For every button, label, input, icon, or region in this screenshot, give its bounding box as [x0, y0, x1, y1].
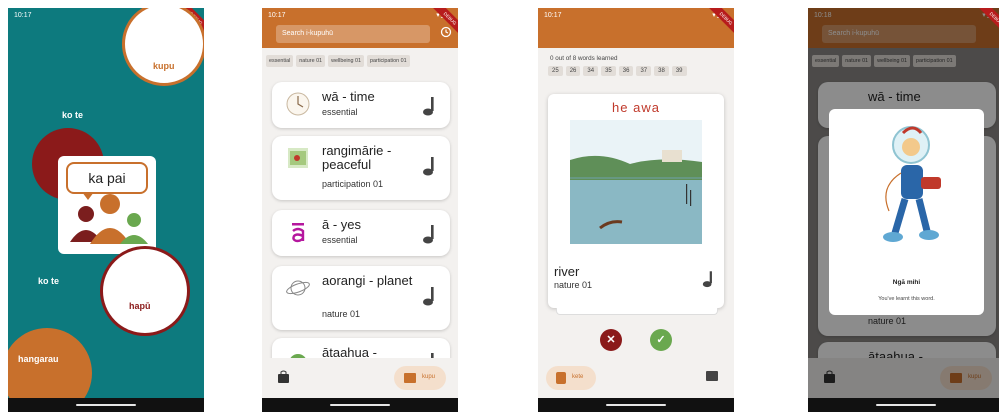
macron-a-glyph-icon [292, 223, 305, 243]
clock-icon [286, 92, 310, 116]
word-title: rangimārie - peaceful [322, 143, 392, 172]
system-nav-bar [8, 398, 204, 412]
bubble-hangarau-label: hangarau [18, 354, 59, 364]
flashcard-stack-edge [556, 308, 718, 315]
system-nav-bar [808, 398, 999, 412]
system-nav-bar [538, 398, 734, 412]
astronaut-illustration [883, 126, 941, 242]
audio-note-icon[interactable] [422, 286, 436, 306]
learned-dialog: Ngā mihi You've learnt this word. [829, 109, 984, 315]
word-category: essential [322, 235, 358, 245]
word-category: nature 01 [554, 280, 593, 290]
bottom-nav: kete [538, 358, 734, 398]
status-bar: 10:17 ▾◢▮ [538, 8, 734, 22]
nav-handle[interactable] [76, 404, 136, 406]
history-icon[interactable] [440, 26, 452, 38]
wrong-button[interactable]: ✕ [600, 329, 622, 351]
word-title: wā - time [322, 89, 375, 104]
phone-word-list: 10:17 ▾◢▮ DEBUG Search i-kupuhū essentia… [262, 8, 458, 412]
book-icon [288, 148, 308, 168]
river-illustration [570, 120, 702, 244]
audio-note-icon[interactable] [422, 156, 436, 176]
bubble-hapu[interactable]: hapū [100, 246, 190, 336]
bubble-kupu[interactable]: kupu [122, 8, 204, 86]
kupu-tab-button[interactable]: kupu [394, 366, 446, 390]
nav-handle[interactable] [876, 404, 936, 406]
word-number[interactable]: 34 [583, 66, 599, 76]
bottom-nav: kupu [262, 358, 458, 398]
status-bar: 10:17 ▾◢▮ [262, 8, 458, 22]
kete-tab-label: kete [572, 374, 584, 380]
word-number[interactable]: 36 [618, 66, 634, 76]
bubble-kote-label-2[interactable]: ko te [38, 276, 59, 286]
nav-handle[interactable] [606, 404, 666, 406]
planet-icon [286, 280, 310, 296]
tag-participation[interactable]: participation 01 [367, 55, 410, 67]
word-number[interactable]: 35 [601, 66, 616, 76]
word-card[interactable]: wā - time essential [272, 82, 450, 128]
word-number[interactable]: 26 [565, 66, 581, 76]
english-word: river [554, 264, 580, 279]
category-tags: essential nature 01 wellbeing 01 partici… [266, 55, 410, 67]
tag-essential[interactable]: essential [266, 55, 294, 67]
bubble-kupu-label: kupu [153, 61, 175, 71]
dialog-message: You've learnt this word. [878, 296, 935, 302]
maori-word: he awa [612, 100, 660, 115]
tag-nature[interactable]: nature 01 [296, 55, 326, 67]
word-card[interactable]: rangimārie - peaceful participation 01 [272, 136, 450, 200]
status-time: 10:17 [14, 11, 32, 19]
word-category: nature 01 [322, 309, 361, 319]
audio-note-icon[interactable] [422, 224, 436, 244]
correct-button[interactable]: ✓ [650, 329, 672, 351]
status-time: 10:17 [268, 11, 286, 19]
kete-bag-icon [556, 372, 566, 384]
bubble-hapu-label: hapū [129, 301, 151, 311]
word-card[interactable]: aorangi - planet nature 01 [272, 266, 450, 330]
phone-home-screen: 10:17 ▾◢▮ DEBUG kupu ko te ka pai ko te … [8, 8, 204, 412]
word-card[interactable]: macron-a-icon ā - yes essential [272, 210, 450, 256]
word-title: ā - yes [322, 217, 362, 232]
word-number[interactable]: 39 [671, 66, 687, 76]
system-nav-bar [262, 398, 458, 412]
word-title: aorangi - planet [322, 273, 413, 288]
image-icon[interactable] [706, 371, 718, 381]
word-category: participation 01 [322, 179, 384, 189]
people-logo-icon [70, 194, 148, 244]
kete-tab-button[interactable]: kete [546, 366, 596, 390]
ka-pai-logo: ka pai [58, 156, 156, 254]
dialog-title: Ngā mihi [892, 279, 921, 286]
phone-learned-dialog: 10:18 ▾◢▮ Search i-kupuhū essential natu… [808, 8, 999, 412]
audio-note-icon[interactable] [702, 270, 714, 288]
progress-text: 0 out of 8 words learned [550, 55, 618, 62]
image-icon [404, 373, 416, 383]
word-number[interactable]: 37 [636, 66, 652, 76]
word-category: essential [322, 107, 358, 117]
word-number[interactable]: 25 [548, 66, 563, 76]
audio-note-icon[interactable] [422, 96, 436, 116]
status-time: 10:17 [544, 11, 562, 19]
word-number-list: 25 26 34 35 36 37 38 39 [548, 66, 687, 76]
flashcard[interactable]: he awa river nature 01 [548, 94, 724, 308]
phone-flashcard: 10:17 ▾◢▮ DEBUG 0 out of 8 words learned… [538, 8, 734, 412]
kete-bag-icon[interactable] [278, 370, 289, 383]
search-input[interactable]: Search i-kupuhū [276, 25, 430, 43]
bubble-kote-label-1[interactable]: ko te [62, 110, 83, 120]
tag-wellbeing[interactable]: wellbeing 01 [328, 55, 365, 67]
word-number[interactable]: 38 [654, 66, 669, 76]
nav-handle[interactable] [330, 404, 390, 406]
kupu-tab-label: kupu [422, 374, 436, 380]
